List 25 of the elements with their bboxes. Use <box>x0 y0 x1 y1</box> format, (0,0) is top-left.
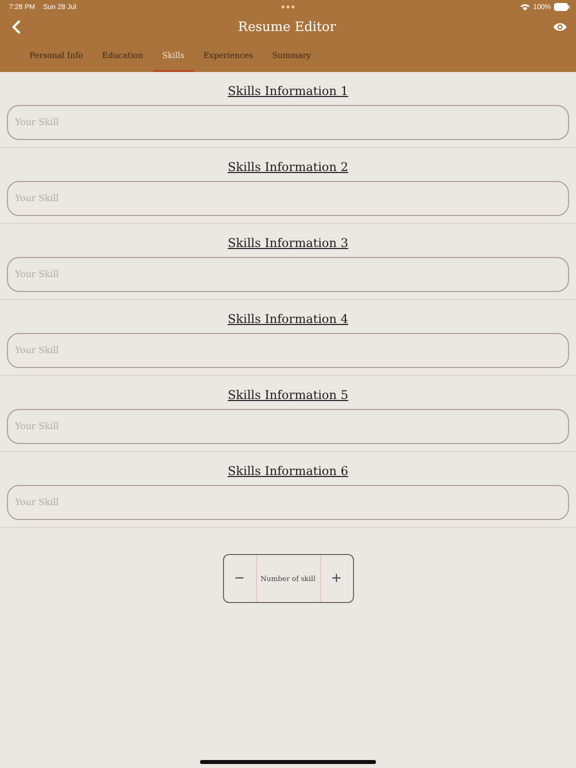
back-icon[interactable] <box>11 20 21 34</box>
skill-input[interactable]: Your Skill <box>7 333 569 368</box>
tab[interactable]: Summary <box>262 40 321 72</box>
screen-title: Resume Editor <box>238 20 336 34</box>
skill-input[interactable]: Your Skill <box>7 409 569 444</box>
section-title: Skills Information 4 <box>228 311 348 328</box>
section-title: Skills Information 2 <box>228 159 348 176</box>
battery-icon <box>554 3 570 11</box>
skill-input[interactable]: Your Skill <box>7 257 569 292</box>
section-title: Skills Information 5 <box>228 387 348 404</box>
section-title: Skills Information 1 <box>228 83 348 100</box>
multitask-dots-icon[interactable] <box>281 5 295 9</box>
skill-input[interactable]: Your Skill <box>7 105 569 140</box>
skill-input[interactable]: Your Skill <box>7 485 569 520</box>
decrement-button[interactable]: − <box>224 555 256 602</box>
skill-input[interactable]: Your Skill <box>7 181 569 216</box>
section-title: Skills Information 6 <box>228 463 348 480</box>
eye-icon[interactable] <box>552 22 567 32</box>
tab[interactable]: Skills <box>152 40 194 72</box>
tab[interactable]: Experiences <box>194 40 263 72</box>
wifi-icon <box>520 3 530 11</box>
tab[interactable]: Personal Info <box>20 40 93 72</box>
section-title: Skills Information 3 <box>228 235 348 252</box>
tab[interactable]: Education <box>92 40 153 72</box>
increment-button[interactable]: + <box>320 555 352 602</box>
